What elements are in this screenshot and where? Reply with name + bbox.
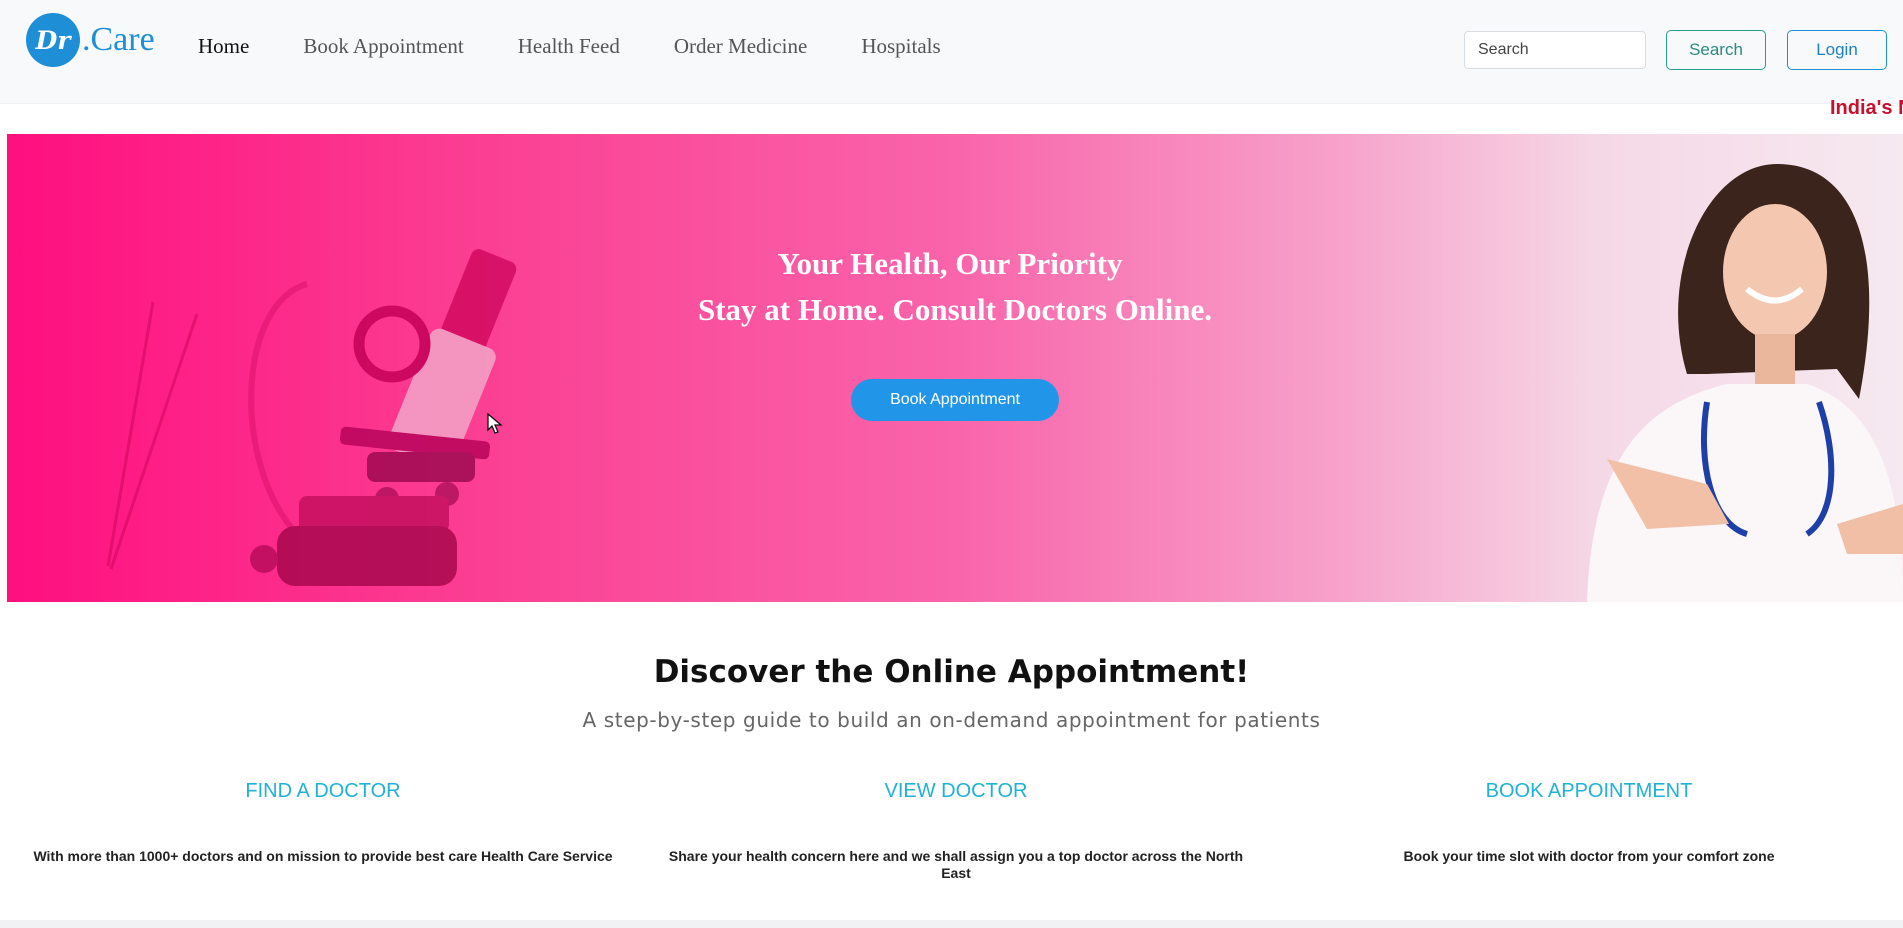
discover-title: Discover the Online Appointment! — [653, 654, 1250, 690]
feature-find-doctor: FIND A DOCTOR With more than 1000+ docto… — [23, 780, 623, 865]
news-marquee: India's N — [1830, 97, 1903, 119]
logo-text: .Care — [82, 21, 155, 58]
hero-subtitle: Stay at Home. Consult Doctors Online. — [697, 292, 1213, 327]
feature-view-doctor: VIEW DOCTOR Share your health concern he… — [656, 780, 1256, 882]
hero-illustration — [106, 164, 1903, 602]
login-button[interactable]: Login — [1787, 30, 1887, 70]
feature-description: With more than 1000+ doctors and on miss… — [33, 848, 613, 864]
search-button[interactable]: Search — [1666, 30, 1766, 70]
main-nav: Home Book Appointment Health Feed Order … — [198, 34, 995, 59]
nav-hospitals[interactable]: Hospitals — [861, 34, 940, 59]
feature-description: Book your time slot with doctor from you… — [1403, 848, 1775, 864]
logo[interactable]: Dr .Care — [26, 12, 155, 68]
nav-health-feed[interactable]: Health Feed — [518, 34, 620, 59]
nav-order-medicine[interactable]: Order Medicine — [674, 34, 808, 59]
tweezers-icon — [106, 301, 199, 570]
hero-banner: Your Health, Our Priority Stay at Home. … — [7, 134, 1903, 602]
feature-book-appointment: BOOK APPOINTMENT Book your time slot wit… — [1289, 780, 1889, 865]
logo-badge: Dr — [26, 13, 80, 67]
mouse-cursor-icon — [487, 413, 503, 434]
doctor-image — [1587, 164, 1903, 602]
feature-title[interactable]: FIND A DOCTOR — [23, 780, 623, 803]
bottom-divider — [0, 920, 1903, 928]
hero-title: Your Health, Our Priority — [777, 246, 1123, 281]
nav-home[interactable]: Home — [198, 34, 249, 59]
nav-book-appointment[interactable]: Book Appointment — [303, 34, 463, 59]
navbar: Dr .Care Home Book Appointment Health Fe… — [0, 0, 1903, 104]
feature-description: Share your health concern here and we sh… — [668, 848, 1244, 881]
discover-subtitle: A step-by-step guide to build an on-dema… — [582, 708, 1321, 732]
search-input[interactable] — [1464, 31, 1646, 69]
feature-title[interactable]: VIEW DOCTOR — [656, 780, 1256, 803]
feature-title[interactable]: BOOK APPOINTMENT — [1289, 780, 1889, 803]
hero-book-appointment-button[interactable]: Book Appointment — [851, 379, 1059, 421]
